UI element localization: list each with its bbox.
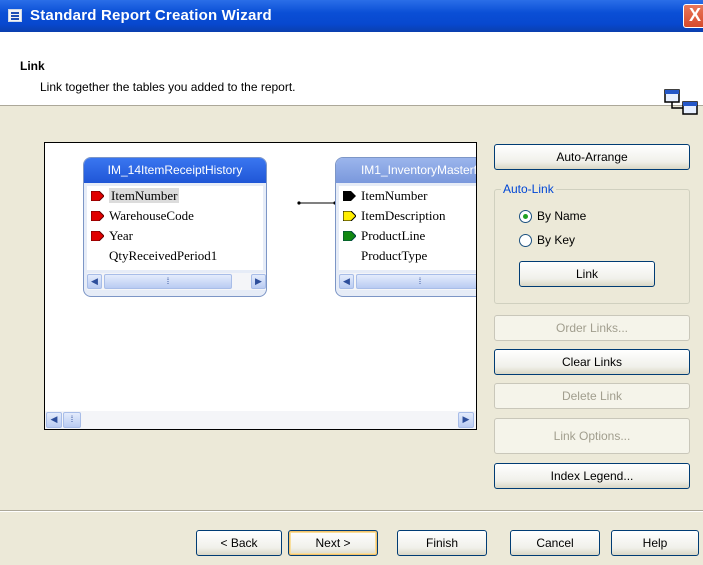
scroll-right-icon[interactable]: ▶ xyxy=(251,274,266,289)
scroll-thumb[interactable]: ⁞ xyxy=(356,274,476,289)
link-options-button[interactable]: Link Options... xyxy=(494,418,690,454)
link-tables-icon xyxy=(664,89,698,115)
link-button[interactable]: Link xyxy=(519,261,655,287)
green-key-icon xyxy=(343,231,356,241)
window-title: Standard Report Creation Wizard xyxy=(30,7,272,24)
next-button[interactable]: Next > xyxy=(288,530,378,556)
close-button[interactable]: X xyxy=(683,4,703,28)
index-legend-button[interactable]: Index Legend... xyxy=(494,463,690,489)
auto-link-label: Auto-Link xyxy=(501,182,556,196)
field-list[interactable]: ItemNumber WarehouseCode Year QtyReceive… xyxy=(87,186,263,270)
delete-link-button[interactable]: Delete Link xyxy=(494,383,690,409)
canvas-horizontal-scrollbar[interactable]: ◀ ⁞ ▶ xyxy=(45,411,476,429)
field-item[interactable]: WarehouseCode xyxy=(87,206,263,226)
field-item[interactable]: ProductLine xyxy=(339,226,476,246)
red-key-icon xyxy=(91,211,104,221)
order-links-button[interactable]: Order Links... xyxy=(494,315,690,341)
red-key-icon xyxy=(91,191,104,201)
black-key-icon xyxy=(343,191,356,201)
table-im-14-item-receipt-history[interactable]: IM_14ItemReceiptHistory ItemNumber Wareh… xyxy=(83,157,267,297)
horizontal-scrollbar[interactable]: ◀ ⁞ xyxy=(339,273,476,290)
yellow-key-icon xyxy=(343,211,356,221)
footer-separator xyxy=(0,510,703,512)
field-item[interactable]: ItemDescription xyxy=(339,206,476,226)
field-list[interactable]: ItemNumber ItemDescription ProductLine P… xyxy=(339,186,476,270)
scroll-left-icon[interactable]: ◀ xyxy=(339,274,354,289)
title-bar: Standard Report Creation Wizard X xyxy=(0,0,703,32)
horizontal-scrollbar[interactable]: ◀ ⁞ ▶ xyxy=(87,273,266,290)
scroll-right-icon[interactable]: ▶ xyxy=(458,412,474,428)
field-item[interactable]: ProductType xyxy=(339,246,476,266)
field-item[interactable]: ItemNumber xyxy=(87,186,263,206)
app-icon xyxy=(8,9,22,22)
scroll-left-icon[interactable]: ◀ xyxy=(87,274,102,289)
field-item[interactable]: Year xyxy=(87,226,263,246)
radio-unselected-icon[interactable] xyxy=(519,234,532,247)
table-header[interactable]: IM_14ItemReceiptHistory xyxy=(84,158,266,183)
table-im1-inventory-masterfile[interactable]: IM1_InventoryMasterfile ItemNumber ItemD… xyxy=(335,157,476,297)
scroll-thumb[interactable]: ⁞ xyxy=(63,412,81,428)
radio-selected-icon[interactable] xyxy=(519,210,532,223)
cancel-button[interactable]: Cancel xyxy=(510,530,600,556)
wizard-header: Link Link together the tables you added … xyxy=(0,32,703,115)
auto-arrange-button[interactable]: Auto-Arrange xyxy=(494,144,690,170)
red-key-icon xyxy=(91,231,104,241)
finish-button[interactable]: Finish xyxy=(397,530,487,556)
field-item[interactable]: QtyReceivedPeriod1 xyxy=(87,246,263,266)
clear-links-button[interactable]: Clear Links xyxy=(494,349,690,375)
step-title: Link xyxy=(20,59,45,73)
back-button[interactable]: < Back xyxy=(196,530,282,556)
link-canvas[interactable]: IM_14ItemReceiptHistory ItemNumber Wareh… xyxy=(44,142,477,430)
scroll-thumb[interactable]: ⁞ xyxy=(104,274,232,289)
help-button[interactable]: Help xyxy=(611,530,699,556)
step-description: Link together the tables you added to th… xyxy=(40,80,296,94)
scroll-left-icon[interactable]: ◀ xyxy=(46,412,62,428)
field-item[interactable]: ItemNumber xyxy=(339,186,476,206)
table-header[interactable]: IM1_InventoryMasterfile xyxy=(336,158,476,183)
